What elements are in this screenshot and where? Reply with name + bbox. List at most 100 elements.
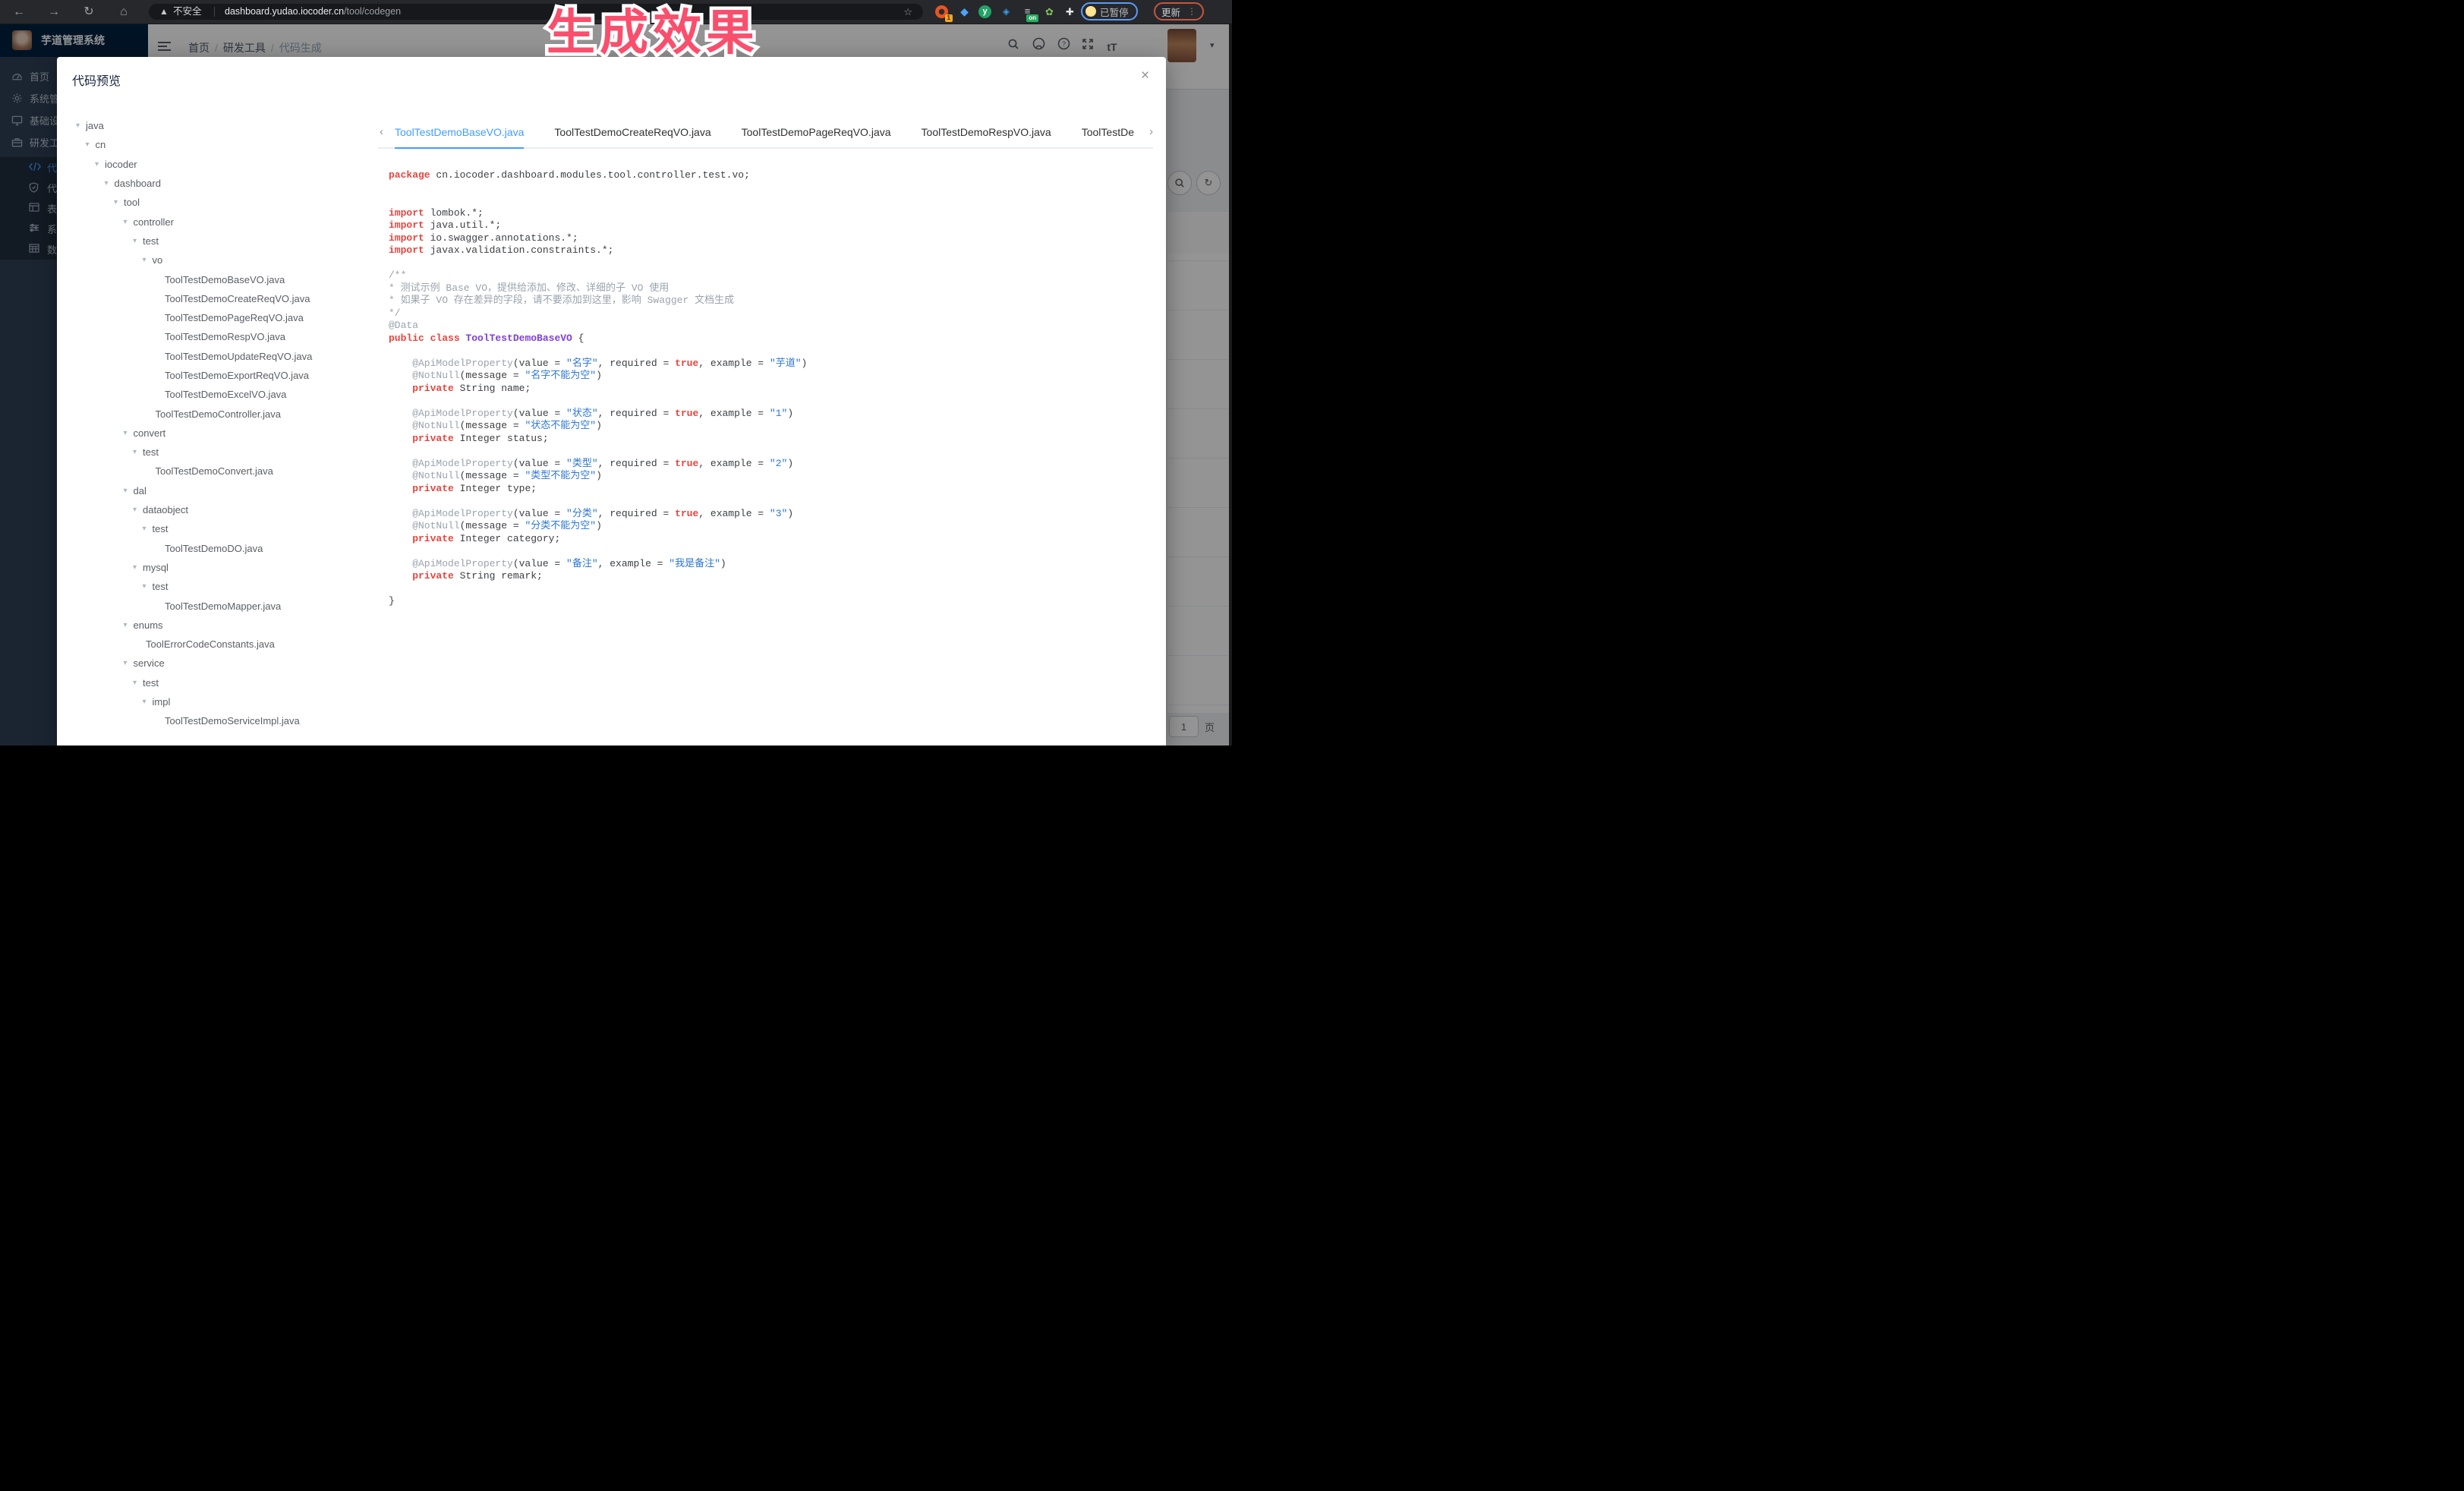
extension-badge: 1	[945, 14, 953, 22]
tree-node-label: tool	[124, 197, 140, 208]
caret-down-icon: ▾	[143, 582, 153, 591]
code-line: }	[389, 595, 1157, 608]
browser-update-button[interactable]: 更新 ⋮	[1154, 2, 1204, 20]
security-warning-icon: ▲	[159, 4, 169, 20]
tree-node[interactable]: ToolTestDemoDO.java	[70, 539, 377, 558]
code-line: @NotNull(message = "状态不能为空")	[389, 420, 1157, 433]
code-line: /**	[389, 270, 1157, 282]
code-line: @NotNull(message = "分类不能为空")	[389, 520, 1157, 533]
caret-down-icon: ▾	[124, 487, 134, 495]
caret-down-icon: ▾	[114, 198, 124, 206]
tree-node-label: ToolTestDemoCreateReqVO.java	[165, 293, 310, 304]
tree-node[interactable]: ToolTestDemoBaseVO.java	[70, 270, 377, 288]
tree-node[interactable]: ▾iocoder	[70, 155, 377, 174]
tree-node[interactable]: ▾impl	[70, 692, 377, 711]
code-line: @ApiModelProperty(value = "类型", required…	[389, 458, 1157, 471]
file-tab-1[interactable]: ToolTestDemoCreateReqVO.java	[554, 118, 711, 149]
tree-node-label: ToolTestDemoConvert.java	[156, 465, 273, 477]
tree-node[interactable]: ▾dataobject	[70, 500, 377, 519]
tree-node-label: cn	[96, 139, 106, 150]
tree-node[interactable]: ▾vo	[70, 251, 377, 270]
tree-node-label: impl	[153, 696, 171, 708]
tree-node-label: ToolTestDemoPageReqVO.java	[165, 312, 304, 323]
extension-icon-orange[interactable]: 1	[934, 4, 950, 20]
close-icon[interactable]: ×	[1141, 68, 1149, 84]
forward-icon[interactable]: →	[44, 0, 64, 24]
tree-node-label: service	[134, 657, 165, 669]
kebab-menu-icon[interactable]: ⋮	[1187, 8, 1196, 15]
code-line: private Integer status;	[389, 433, 1157, 446]
extension-icon-list[interactable]: ≡ on	[1019, 4, 1035, 20]
bookmark-star-icon[interactable]: ☆	[903, 4, 912, 20]
tabs-scroll-left-icon[interactable]: ‹	[380, 125, 383, 138]
tree-node[interactable]: ▾service	[70, 654, 377, 673]
file-tab-2[interactable]: ToolTestDemoPageReqVO.java	[742, 118, 891, 149]
tree-node-label: ToolTestDemoServiceImpl.java	[165, 715, 300, 727]
url-text[interactable]: dashboard.yudao.iocoder.cn/tool/codegen	[225, 4, 401, 20]
file-tab-0[interactable]: ToolTestDemoBaseVO.java	[395, 118, 524, 149]
url-bar[interactable]: ▲ 不安全 dashboard.yudao.iocoder.cn/tool/co…	[149, 4, 923, 20]
code-preview-dialog: 代码预览 × ▾java▾cn▾iocoder▾dashboard▾tool▾c…	[57, 57, 1166, 746]
tree-node[interactable]: ▾test	[70, 673, 377, 692]
tree-node-label: ToolTestDemoBaseVO.java	[165, 274, 285, 285]
file-tree[interactable]: ▾java▾cn▾iocoder▾dashboard▾tool▾controll…	[70, 116, 377, 745]
back-icon[interactable]: ←	[9, 0, 29, 24]
scrollbar-track[interactable]	[1229, 24, 1232, 746]
paused-extension-button[interactable]: 已暂停	[1081, 2, 1138, 20]
extension-icon-gem[interactable]: ◆	[956, 4, 972, 20]
tree-node[interactable]: ▾cn	[70, 135, 377, 154]
tree-node[interactable]: ▾dashboard	[70, 174, 377, 193]
extension-on-badge: on	[1026, 14, 1038, 22]
code-line: @ApiModelProperty(value = "分类", required…	[389, 508, 1157, 521]
tree-node[interactable]: ToolTestDemoMapper.java	[70, 596, 377, 615]
tree-node[interactable]: ▾test	[70, 577, 377, 596]
tree-node-label: ToolTestDemoExcelVO.java	[165, 389, 286, 400]
code-line: private Integer category;	[389, 533, 1157, 546]
tree-node[interactable]: ToolTestDemoPageReqVO.java	[70, 308, 377, 327]
code-viewer[interactable]: package cn.iocoder.dashboard.modules.too…	[389, 169, 1157, 739]
tree-node-label: ToolTestDemoController.java	[156, 408, 281, 420]
tree-node[interactable]: ToolTestDemoRespVO.java	[70, 327, 377, 346]
tree-node[interactable]: ▾test	[70, 443, 377, 462]
tree-node[interactable]: ▾controller	[70, 212, 377, 231]
caret-down-icon: ▾	[124, 429, 134, 437]
caret-down-icon: ▾	[143, 698, 153, 706]
caret-down-icon: ▾	[143, 525, 153, 533]
tree-node[interactable]: ToolErrorCodeConstants.java	[70, 635, 377, 654]
home-icon[interactable]: ⌂	[114, 0, 134, 24]
tree-node-label: dataobject	[143, 504, 188, 515]
code-line: import javax.validation.constraints.*;	[389, 244, 1157, 257]
extension-icon-plant[interactable]: ✿	[1041, 4, 1057, 20]
tree-node[interactable]: ▾java	[70, 116, 377, 135]
tree-node[interactable]: ▾dal	[70, 481, 377, 500]
tree-node-label: ToolErrorCodeConstants.java	[146, 638, 275, 650]
emoji-face-icon	[1085, 6, 1096, 17]
extension-icon-puzzle[interactable]: ✚	[1062, 4, 1078, 20]
file-tab-3[interactable]: ToolTestDemoRespVO.java	[922, 118, 1051, 149]
tree-node[interactable]: ToolTestDemoExportReqVO.java	[70, 366, 377, 385]
tree-node[interactable]: ToolTestDemoConvert.java	[70, 462, 377, 481]
tabs-scroll-right-icon[interactable]: ›	[1149, 125, 1153, 138]
code-line: @ApiModelProperty(value = "状态", required…	[389, 408, 1157, 421]
file-tab-4[interactable]: ToolTestDemoUpdateReqVO.java	[1082, 118, 1135, 149]
caret-down-icon: ▾	[124, 621, 134, 629]
tree-node[interactable]: ▾test	[70, 232, 377, 251]
code-line	[389, 257, 1157, 270]
tree-node-label: test	[143, 235, 159, 247]
tree-node[interactable]: ToolTestDemoServiceImpl.java	[70, 711, 377, 730]
tree-node[interactable]: ToolTestDemoController.java	[70, 404, 377, 423]
reload-icon[interactable]: ↻	[79, 0, 99, 24]
tree-node-label: test	[143, 446, 159, 458]
extension-icon-diamond-grid[interactable]: ◈	[998, 4, 1014, 20]
security-label[interactable]: 不安全	[173, 4, 202, 20]
extension-icon-green-y[interactable]: y	[977, 4, 993, 20]
tree-node[interactable]: ▾mysql	[70, 558, 377, 577]
caret-down-icon: ▾	[124, 218, 134, 226]
tree-node[interactable]: ToolTestDemoCreateReqVO.java	[70, 289, 377, 308]
tree-node[interactable]: ▾convert	[70, 424, 377, 443]
tree-node[interactable]: ▾tool	[70, 193, 377, 212]
tree-node[interactable]: ▾enums	[70, 616, 377, 635]
tree-node[interactable]: ToolTestDemoUpdateReqVO.java	[70, 347, 377, 366]
tree-node[interactable]: ToolTestDemoExcelVO.java	[70, 385, 377, 404]
tree-node[interactable]: ▾test	[70, 519, 377, 538]
